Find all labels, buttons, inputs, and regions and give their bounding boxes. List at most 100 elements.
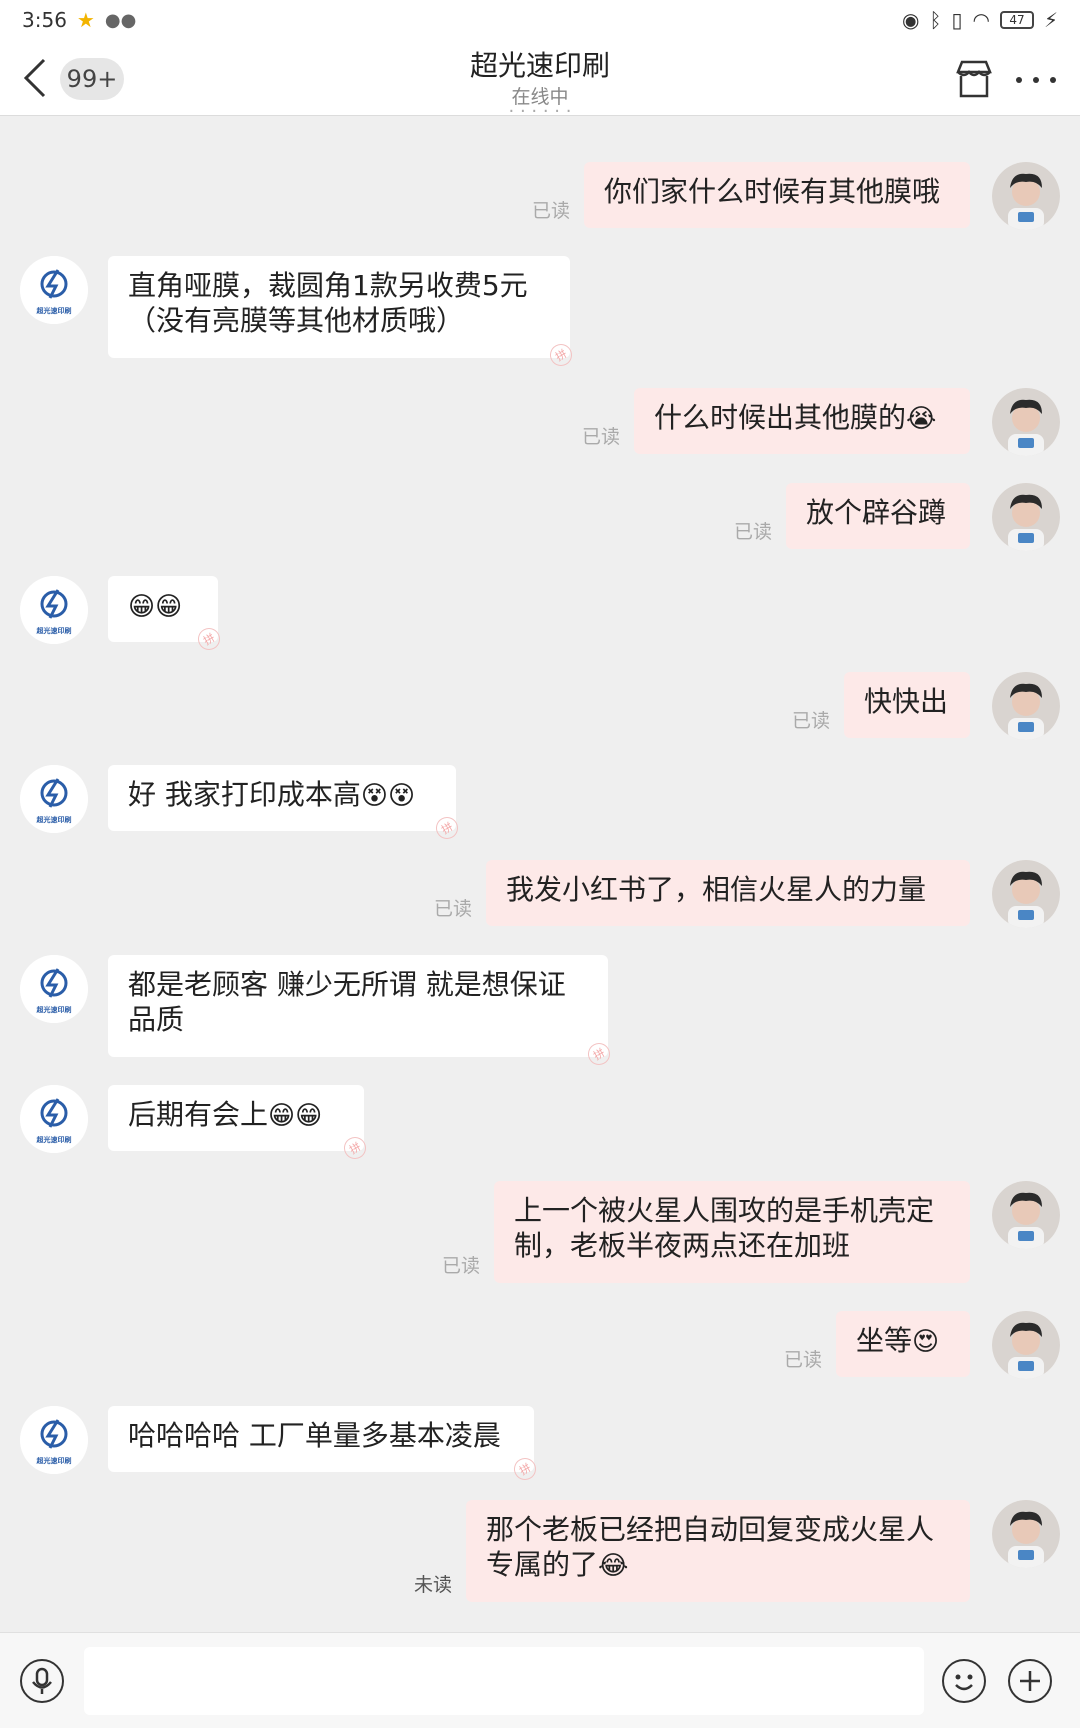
vibrate-icon: ▯	[951, 8, 963, 32]
bluetooth-icon: ᛒ	[929, 8, 942, 32]
sent-message-bubble[interactable]: 那个老板已经把自动回复变成火星人 专属的了😂	[466, 1500, 970, 1602]
message-text: 我发小红书了，相信火星人的力量	[506, 873, 927, 906]
chat-message[interactable]: 你们家什么时候有其他膜哦 已读	[0, 162, 1080, 230]
received-message-bubble[interactable]: 哈哈哈哈 工厂单量多基本凌晨拼	[108, 1406, 541, 1485]
user-avatar[interactable]	[992, 860, 1060, 928]
read-indicator: 已读	[734, 521, 773, 543]
emoji-icon: 😂	[598, 1551, 629, 1581]
smiley-icon	[955, 1674, 973, 1691]
user-avatar[interactable]	[992, 162, 1060, 230]
shop-avatar[interactable]: 超光速印刷	[20, 765, 88, 833]
message-text: 哈哈哈哈 工厂单量多基本凌晨	[128, 1419, 501, 1452]
charging-icon: ⚡	[1043, 8, 1058, 32]
emoji-icon: 😁😁	[128, 592, 183, 622]
shop-avatar[interactable]: 超光速印刷	[20, 1406, 88, 1474]
read-indicator: 已读	[442, 1255, 481, 1277]
message-text: 后期有会上	[128, 1098, 269, 1131]
watermark-stamp: 拼	[339, 1132, 371, 1164]
watermark-stamp: 拼	[583, 1038, 615, 1070]
shop-avatar[interactable]: 超光速印刷	[20, 576, 88, 644]
message-text: 好 我家打印成本高	[128, 778, 361, 811]
unread-indicator: 未读	[414, 1574, 453, 1596]
emoji-icon: 😍	[912, 1327, 940, 1357]
received-message-bubble[interactable]: 😁😁 拼	[108, 576, 225, 655]
shop-button[interactable]	[952, 58, 996, 100]
battery-icon: 47	[999, 11, 1034, 29]
shop-logo-text: 超光速印刷	[36, 816, 72, 824]
battery-level: 47	[1009, 13, 1025, 27]
chat-message[interactable]: 超光速印刷 都是老顾客 赚少无所谓 就是想保证 品质拼	[0, 955, 1080, 1070]
chat-message[interactable]: 什么时候出其他膜的😭 已读	[0, 388, 1080, 456]
star-icon: ★	[76, 8, 95, 32]
message-text: 上一个被火星人围攻的是手机壳定 制，老板半夜两点还在加班	[514, 1194, 935, 1262]
emoji-button[interactable]	[942, 1659, 986, 1703]
watermark-stamp: 拼	[545, 339, 577, 371]
chat-message[interactable]: 快快出已读	[0, 672, 1080, 740]
status-time: 3:56	[22, 8, 67, 32]
sent-message-bubble[interactable]: 我发小红书了，相信火星人的力量	[486, 860, 970, 926]
received-message-bubble[interactable]: 后期有会上😁😁 拼	[108, 1085, 371, 1164]
chat-message[interactable]: 超光速印刷 直角哑膜，裁圆角1款另收费5元 （没有亮膜等其他材质哦） 拼	[0, 256, 1080, 371]
read-indicator: 已读	[792, 710, 831, 732]
read-indicator: 已读	[582, 426, 621, 448]
clipped-timestamp: · · · · · ·	[508, 108, 572, 120]
watermark-stamp: 拼	[431, 812, 463, 844]
microphone-icon	[32, 1667, 52, 1694]
received-message-bubble[interactable]: 好 我家打印成本高😵😵 拼	[108, 765, 463, 844]
user-avatar[interactable]	[992, 388, 1060, 456]
message-text: 快快出	[864, 685, 949, 718]
status-left: 3:56 ★ ●●	[22, 8, 136, 32]
input-bar	[0, 1632, 1080, 1728]
chat-message[interactable]: 超光速印刷 后期有会上😁😁 拼	[0, 1085, 1080, 1164]
sent-message-bubble[interactable]: 快快出	[844, 672, 970, 738]
message-text: 坐等	[856, 1324, 913, 1357]
shop-logo-text: 超光速印刷	[36, 307, 72, 315]
message-text: 什么时候出其他膜的	[654, 401, 907, 434]
plus-icon	[1020, 1671, 1040, 1691]
store-icon	[956, 60, 992, 98]
emoji-icon: 😁😁	[268, 1101, 323, 1131]
online-status: 在线中	[511, 86, 569, 108]
sent-message-bubble[interactable]: 上一个被火星人围攻的是手机壳定 制，老板半夜两点还在加班	[494, 1181, 970, 1283]
chat-message[interactable]: 超光速印刷 😁😁 拼	[0, 576, 1080, 655]
chat-message[interactable]: 上一个被火星人围攻的是手机壳定 制，老板半夜两点还在加班已读	[0, 1181, 1080, 1283]
shop-logo-text: 超光速印刷	[36, 1136, 72, 1144]
user-avatar[interactable]	[992, 1500, 1060, 1568]
wechat-icon: ●●	[104, 9, 137, 31]
shop-avatar[interactable]: 超光速印刷	[20, 256, 88, 324]
sent-message-bubble[interactable]: 什么时候出其他膜的😭	[634, 388, 970, 454]
shop-avatar[interactable]: 超光速印刷	[20, 955, 88, 1023]
sent-message-bubble[interactable]: 放个辟谷蹲	[786, 483, 970, 549]
received-message-bubble[interactable]: 直角哑膜，裁圆角1款另收费5元 （没有亮膜等其他材质哦） 拼	[108, 256, 577, 371]
chat-message[interactable]: 那个老板已经把自动回复变成火星人 专属的了😂 未读	[0, 1500, 1080, 1602]
message-text: 直角哑膜，裁圆角1款另收费5元 （没有亮膜等其他材质哦）	[128, 269, 528, 337]
chat-message[interactable]: 我发小红书了，相信火星人的力量已读	[0, 860, 1080, 928]
read-indicator: 已读	[434, 898, 473, 920]
chat-message[interactable]: 超光速印刷 哈哈哈哈 工厂单量多基本凌晨拼	[0, 1406, 1080, 1485]
message-text: 放个辟谷蹲	[806, 496, 947, 529]
plus-button[interactable]	[1008, 1659, 1052, 1703]
message-input[interactable]	[84, 1647, 924, 1715]
voice-button[interactable]	[20, 1659, 64, 1703]
read-indicator: 已读	[532, 200, 571, 222]
chat-message[interactable]: 放个辟谷蹲已读	[0, 483, 1080, 551]
user-avatar[interactable]	[992, 672, 1060, 740]
chat-message[interactable]: 超光速印刷 好 我家打印成本高😵😵 拼	[0, 765, 1080, 844]
chat-message[interactable]: 坐等😍 已读	[0, 1311, 1080, 1379]
read-indicator: 已读	[784, 1349, 823, 1371]
sent-message-bubble[interactable]: 你们家什么时候有其他膜哦	[584, 162, 970, 228]
more-dots-icon	[1016, 77, 1022, 83]
user-avatar[interactable]	[992, 483, 1060, 551]
received-message-bubble[interactable]: 都是老顾客 赚少无所谓 就是想保证 品质拼	[108, 955, 615, 1070]
more-dots-icon	[1033, 77, 1039, 83]
more-button[interactable]	[1010, 60, 1062, 98]
user-avatar[interactable]	[992, 1311, 1060, 1379]
message-text: 都是老顾客 赚少无所谓 就是想保证 品质	[128, 968, 566, 1036]
user-avatar[interactable]	[992, 1181, 1060, 1249]
shop-avatar[interactable]: 超光速印刷	[20, 1085, 88, 1153]
shop-logo-text: 超光速印刷	[36, 627, 72, 635]
chat-header: 99+ 超光速印刷 在线中	[0, 40, 1080, 116]
sent-message-bubble[interactable]: 坐等😍	[836, 1311, 970, 1377]
message-text: 那个老板已经把自动回复变成火星人 专属的了	[486, 1513, 935, 1581]
watermark-stamp: 拼	[509, 1453, 541, 1485]
